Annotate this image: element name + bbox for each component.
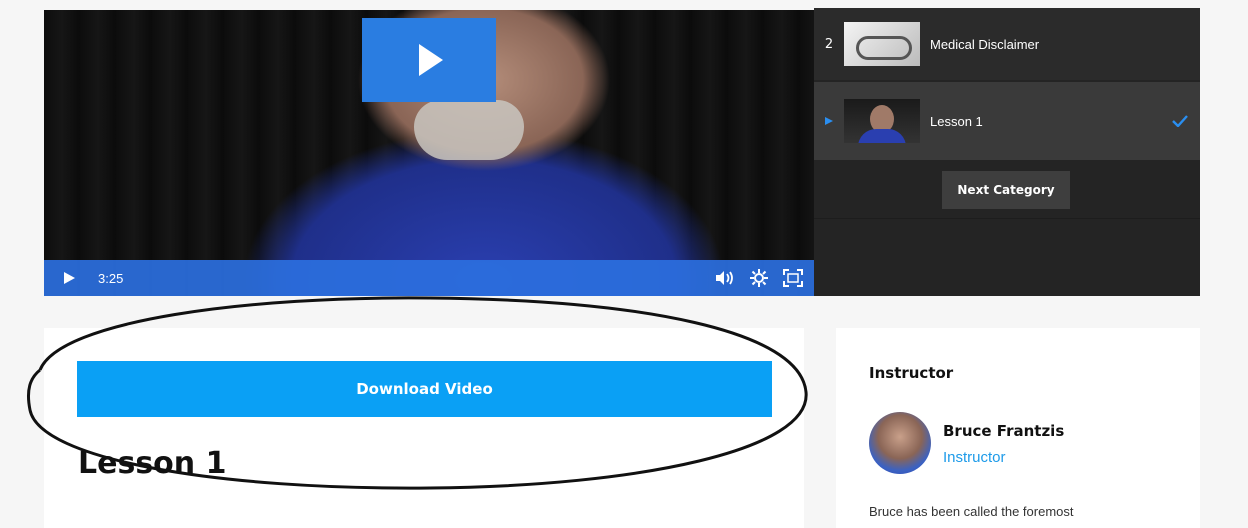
lesson-card: Download Video Lesson 1 [44,328,804,528]
current-time: 3:25 [98,270,124,286]
playlist-item[interactable]: 2 Medical Disclaimer [814,8,1200,80]
instructor-card: Instructor Bruce Frantzis Instructor Bru… [836,328,1200,528]
item-number: 2 [824,36,834,52]
instructor-bio: Bruce has been called the foremost [869,504,1074,519]
volume-icon [716,271,733,285]
item-thumbnail [844,99,920,143]
big-play-button[interactable] [362,18,496,102]
now-playing-icon [814,116,844,126]
avatar[interactable] [869,412,931,474]
volume-button[interactable] [708,260,742,296]
settings-button[interactable] [742,260,776,296]
checkmark-icon [1160,115,1200,127]
play-icon [64,272,75,284]
instructor-role[interactable]: Instructor [943,449,1006,466]
item-title: Lesson 1 [930,113,983,129]
instructor-name[interactable]: Bruce Frantzis [943,422,1064,440]
fullscreen-button[interactable] [776,260,810,296]
video-subject [414,100,524,160]
download-video-button[interactable]: Download Video [77,361,772,417]
item-thumbnail [844,22,920,66]
next-category-button[interactable]: Next Category [942,171,1070,209]
divider [814,218,1200,219]
fullscreen-icon [783,269,803,287]
progress-bar[interactable] [123,260,708,296]
play-icon [419,44,443,76]
playlist-item-active[interactable]: Lesson 1 [814,82,1200,160]
playlist: 2 Medical Disclaimer Lesson 1 Next Categ… [814,8,1200,296]
gear-icon [750,269,768,287]
lesson-title: Lesson 1 [78,446,227,481]
video-player[interactable]: 3:25 [44,10,814,296]
control-bar: 3:25 [44,260,814,296]
item-title: Medical Disclaimer [930,36,1040,52]
instructor-heading: Instructor [869,364,954,382]
play-button[interactable] [44,260,94,296]
